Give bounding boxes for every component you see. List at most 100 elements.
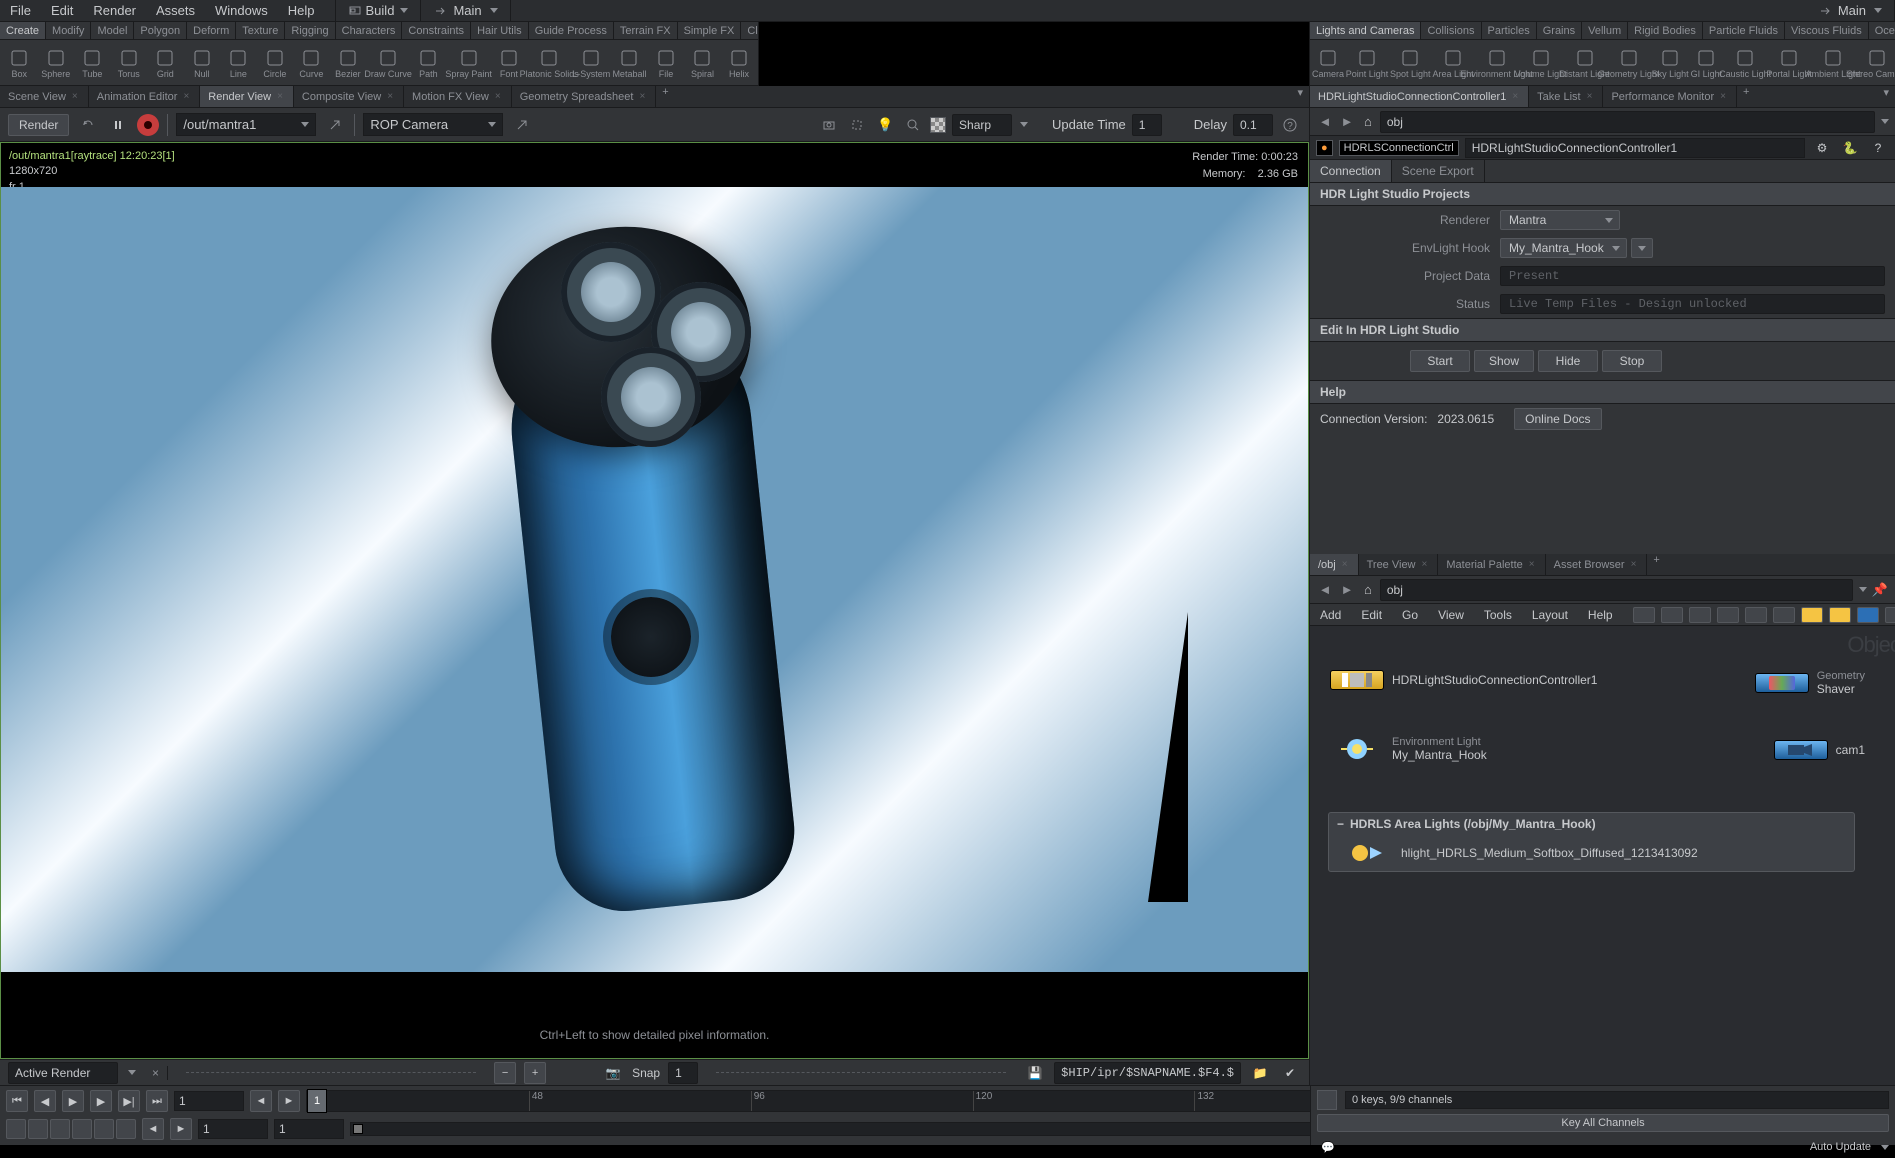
shelf-tool-point-light[interactable]: Point Light xyxy=(1346,42,1388,84)
pane-tab-add[interactable]: + xyxy=(1737,86,1755,107)
camera-field[interactable]: ROP Camera xyxy=(363,113,503,136)
close-icon[interactable]: × xyxy=(493,91,503,102)
shelf-tool-circle[interactable]: Circle xyxy=(258,42,293,84)
pane-tab[interactable]: Motion FX View× xyxy=(404,86,512,107)
menu-windows[interactable]: Windows xyxy=(205,0,278,22)
next-frame-button[interactable]: ▶| xyxy=(118,1090,140,1112)
nv-icon[interactable] xyxy=(1857,607,1879,623)
current-frame-field[interactable]: 1 xyxy=(174,1091,244,1111)
shelf-tab[interactable]: Lights and Cameras xyxy=(1310,22,1421,39)
nv-icon[interactable] xyxy=(1717,607,1739,623)
plus-button[interactable]: + xyxy=(524,1062,546,1084)
section-help[interactable]: Help xyxy=(1310,380,1895,404)
shelf-tool-grid[interactable]: Grid xyxy=(148,42,183,84)
status-icon[interactable] xyxy=(28,1119,48,1139)
shelf-tool-gi-light[interactable]: GI Light xyxy=(1691,42,1723,84)
shelf-tool-tube[interactable]: Tube xyxy=(75,42,110,84)
frame-handle[interactable]: 1 xyxy=(307,1089,327,1113)
shelf-tool-null[interactable]: Null xyxy=(185,42,220,84)
nv-icon[interactable] xyxy=(1773,607,1795,623)
shelf-tab[interactable]: Terrain FX xyxy=(614,22,678,39)
next-scope-button[interactable]: ► xyxy=(170,1118,192,1140)
shelf-tab[interactable]: Grains xyxy=(1537,22,1582,39)
pane-menu[interactable]: ▾ xyxy=(1291,86,1309,107)
shelf-tab[interactable]: Modify xyxy=(46,22,91,39)
close-icon[interactable]: × xyxy=(1585,91,1595,102)
desktop-switcher[interactable]: Build xyxy=(335,0,422,22)
next-key-button[interactable]: ► xyxy=(278,1090,300,1112)
play-rev-button[interactable]: ▶ xyxy=(62,1090,84,1112)
shelf-tool-sphere[interactable]: Sphere xyxy=(39,42,74,84)
close-icon[interactable]: × xyxy=(637,91,647,102)
node-shaver[interactable]: GeometryShaver xyxy=(1755,670,1865,696)
nv-icon[interactable] xyxy=(1801,607,1823,623)
menu-file[interactable]: File xyxy=(0,0,41,22)
shelf-tool-curve[interactable]: Curve xyxy=(294,42,329,84)
nv-tab-add[interactable]: + xyxy=(1647,554,1665,575)
back-icon[interactable]: ◄ xyxy=(1316,581,1334,599)
shelf-tool-platonic-solids[interactable]: Platonic Solids xyxy=(528,42,570,84)
shelf-tool-torus[interactable]: Torus xyxy=(112,42,147,84)
section-projects[interactable]: HDR Light Studio Projects xyxy=(1310,182,1895,206)
node-hlight[interactable]: hlight_HDRLS_Medium_Softbox_Diffused_121… xyxy=(1329,835,1854,871)
nv-menu-layout[interactable]: Layout xyxy=(1522,608,1578,622)
start-button[interactable]: Start xyxy=(1410,350,1470,372)
renderer-select[interactable]: Mantra xyxy=(1500,210,1620,230)
shelf-tool-spot-light[interactable]: Spot Light xyxy=(1390,42,1431,84)
refresh-icon[interactable] xyxy=(77,114,99,136)
shelf-tab[interactable]: Collisions xyxy=(1421,22,1481,39)
tab-connection[interactable]: Connection xyxy=(1310,160,1392,182)
shelf-tab[interactable]: Particle Fluids xyxy=(1703,22,1785,39)
camera-jump-icon[interactable] xyxy=(511,114,533,136)
nv-tab-material[interactable]: Material Palette× xyxy=(1438,554,1545,575)
range-start-field[interactable]: 1 xyxy=(198,1119,268,1139)
shelf-tool-portal-light[interactable]: Portal Light xyxy=(1768,42,1810,84)
nv-icon[interactable] xyxy=(1689,607,1711,623)
shelf-tab[interactable]: Characters xyxy=(336,22,403,39)
rop-path-field[interactable]: /out/mantra1 xyxy=(176,113,316,136)
pin-icon[interactable]: 📌 xyxy=(1871,581,1889,599)
pause-icon[interactable] xyxy=(107,114,129,136)
status-icon[interactable] xyxy=(94,1119,114,1139)
shelf-tab[interactable]: Deform xyxy=(187,22,236,39)
close-icon[interactable]: × xyxy=(70,91,80,102)
keys-icon[interactable] xyxy=(1317,1090,1337,1110)
forward-icon[interactable]: ► xyxy=(1338,581,1356,599)
help-icon[interactable]: ? xyxy=(1279,114,1301,136)
shelf-tool-helix[interactable]: Helix xyxy=(722,42,757,84)
render-viewport[interactable]: /out/mantra1[raytrace] 12:20:23[1] 1280x… xyxy=(0,142,1309,1059)
key-all-channels-button[interactable]: Key All Channels xyxy=(1317,1114,1889,1132)
shelf-tab[interactable]: Rigging xyxy=(285,22,335,39)
update-time-field[interactable]: 1 xyxy=(1132,114,1162,136)
gear-icon[interactable]: ⚙ xyxy=(1811,137,1833,159)
shelf-tab[interactable]: Viscous Fluids xyxy=(1785,22,1869,39)
lightbulb-icon[interactable]: 💡 xyxy=(874,114,896,136)
nv-icon[interactable] xyxy=(1661,607,1683,623)
online-docs-button[interactable]: Online Docs xyxy=(1514,408,1601,430)
close-icon[interactable]: × xyxy=(181,91,191,102)
filter-select[interactable]: Sharp xyxy=(952,114,1012,136)
browse-icon[interactable]: 📁 xyxy=(1249,1062,1271,1084)
forward-icon[interactable]: ► xyxy=(1338,113,1356,131)
shelf-tool-line[interactable]: Line xyxy=(221,42,256,84)
pane-tab[interactable]: HDRLightStudioConnectionController1× xyxy=(1310,86,1529,107)
nv-icon[interactable] xyxy=(1885,607,1895,623)
status-icon[interactable] xyxy=(6,1119,26,1139)
node-name-field[interactable]: HDRLightStudioConnectionController1 xyxy=(1465,138,1805,158)
prev-scope-button[interactable]: ◄ xyxy=(142,1118,164,1140)
envlight-select[interactable]: My_Mantra_Hook xyxy=(1500,238,1627,258)
shelf-tool-spray-paint[interactable]: Spray Paint xyxy=(448,42,490,84)
nv-path-field[interactable]: obj xyxy=(1380,579,1853,601)
pane-tab[interactable]: Scene View× xyxy=(0,86,89,107)
shelf-tool-bezier[interactable]: Bezier xyxy=(331,42,366,84)
section-edit[interactable]: Edit In HDR Light Studio xyxy=(1310,318,1895,342)
apply-icon[interactable]: ✔ xyxy=(1279,1062,1301,1084)
pane-tab[interactable]: Performance Monitor× xyxy=(1603,86,1737,107)
envlight-extra[interactable] xyxy=(1631,238,1653,258)
menu-render[interactable]: Render xyxy=(83,0,146,22)
hide-button[interactable]: Hide xyxy=(1538,350,1598,372)
close-icon[interactable]: × xyxy=(1510,91,1520,102)
snap-field[interactable]: 1 xyxy=(668,1062,698,1084)
pane-menu[interactable]: ▾ xyxy=(1877,86,1895,107)
shelf-tool-file[interactable]: File xyxy=(649,42,684,84)
